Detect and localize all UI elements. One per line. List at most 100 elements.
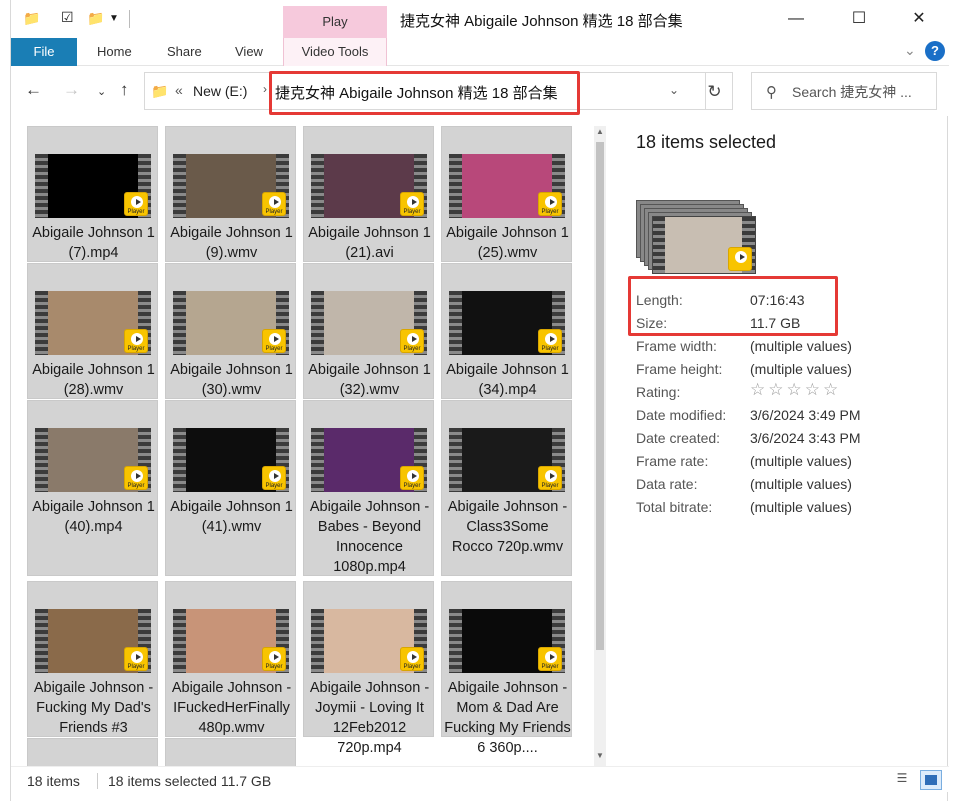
file-tile[interactable]: Player Abigaile Johnson 1 (25).wmv: [441, 126, 572, 262]
refresh-icon[interactable]: ↻: [697, 72, 733, 110]
play-context-tab[interactable]: Play: [283, 6, 387, 38]
address-bar[interactable]: 📁 « New (E:) › 捷克女神 Abigaile Johnson 精选 …: [144, 71, 706, 115]
video-thumbnail: Player: [173, 154, 289, 218]
property-value: 3/6/2024 3:43 PM: [750, 430, 861, 446]
player-badge-icon: Player: [538, 192, 562, 216]
filmstrip-edge: [449, 428, 462, 492]
minimize-button[interactable]: —: [776, 8, 816, 30]
video-thumbnail: Player: [449, 609, 565, 673]
player-badge-label: Player: [265, 483, 283, 489]
file-tile[interactable]: Player Abigaile Johnson - Babes - Beyond …: [303, 400, 434, 576]
file-tile[interactable]: Player Abigaile Johnson - Joymii - Loving…: [303, 581, 434, 756]
tab-view[interactable]: View: [235, 38, 263, 66]
breadcrumb-overflow-icon[interactable]: «: [175, 82, 183, 98]
scrollbar-thumb[interactable]: [596, 142, 604, 650]
file-name: Abigaile Johnson 1 (21).avi: [308, 225, 431, 261]
file-grid: Player Abigaile Johnson 1 (7).mp4 Player Ab…: [27, 126, 587, 766]
player-badge-label: Player: [127, 483, 145, 489]
player-badge-icon: Player: [262, 647, 286, 671]
filmstrip-edge: [173, 154, 186, 218]
property-label: Frame width:: [636, 338, 717, 354]
player-badge-icon: Player: [124, 466, 148, 490]
player-badge-icon: Player: [124, 329, 148, 353]
new-folder-icon[interactable]: 📁: [87, 10, 104, 27]
file-tile[interactable]: Player Abigaile Johnson 1 (9).wmv: [165, 126, 296, 262]
property-value: 07:16:43: [750, 292, 805, 308]
player-badge-label: Player: [403, 209, 421, 215]
filmstrip-edge: [35, 428, 48, 492]
large-icons-view-icon[interactable]: [920, 770, 942, 790]
tab-home[interactable]: Home: [97, 38, 132, 66]
player-badge-label: Player: [265, 346, 283, 352]
vertical-scrollbar[interactable]: ▲ ▼: [594, 126, 606, 766]
file-tile[interactable]: Player: [27, 738, 158, 766]
close-button[interactable]: ✕: [899, 8, 939, 30]
file-tile[interactable]: Player Abigaile Johnson 1 (7).mp4: [27, 126, 158, 262]
file-tile[interactable]: Player Abigaile Johnson - Class3Some Rocc…: [441, 400, 572, 576]
tab-video-tools[interactable]: Video Tools: [283, 38, 387, 66]
filmstrip-edge: [35, 154, 48, 218]
properties-icon[interactable]: ☑: [61, 9, 74, 26]
player-badge-icon: Player: [124, 647, 148, 671]
up-arrow-icon[interactable]: ↑: [120, 80, 129, 100]
player-badge-icon: Player: [400, 647, 424, 671]
breadcrumb-drive[interactable]: New (E:): [193, 83, 247, 99]
file-name: Abigaile Johnson 1 (41).wmv: [170, 499, 293, 535]
file-tile[interactable]: Player Abigaile Johnson 1 (34).mp4: [441, 263, 572, 399]
file-name: Abigaile Johnson 1 (34).mp4: [446, 362, 569, 398]
player-badge-icon: Player: [538, 466, 562, 490]
property-value: (multiple values): [750, 476, 852, 492]
rating-stars[interactable]: ☆☆☆☆☆: [750, 381, 841, 399]
player-badge-icon: Player: [400, 192, 424, 216]
video-thumbnail: Player: [311, 154, 427, 218]
details-view-icon[interactable]: ☰: [892, 771, 912, 789]
address-dropdown-chevron-icon[interactable]: ⌄: [669, 83, 679, 97]
back-arrow-icon[interactable]: ←: [25, 80, 42, 100]
forward-arrow-icon[interactable]: →: [63, 80, 80, 100]
help-icon[interactable]: ?: [925, 41, 945, 61]
file-tile[interactable]: Player Abigaile Johnson - Fucking My Dad'…: [27, 581, 158, 756]
file-tile[interactable]: Player Abigaile Johnson 1 (30).wmv: [165, 263, 296, 399]
file-tile[interactable]: Player Abigaile Johnson 1 (41).wmv: [165, 400, 296, 576]
file-name: Abigaile Johnson 1 (9).wmv: [170, 225, 293, 261]
video-thumbnail: Player: [311, 291, 427, 355]
file-name: Abigaile Johnson 1 (40).mp4: [32, 499, 155, 535]
window-title: 捷克女神 Abigaile Johnson 精选 18 部合集: [400, 13, 683, 30]
file-tile[interactable]: Player: [165, 738, 296, 766]
file-tile[interactable]: Player Abigaile Johnson - Mom & Dad Are F…: [441, 581, 572, 756]
expand-ribbon-chevron-icon[interactable]: ⌄: [904, 42, 916, 59]
scroll-up-icon[interactable]: ▲: [594, 126, 606, 138]
tab-file[interactable]: File: [11, 38, 77, 66]
folder-icon[interactable]: 📁: [23, 10, 40, 27]
video-thumbnail: Player: [449, 428, 565, 492]
file-name: Abigaile Johnson - Mom & Dad Are Fucking…: [444, 680, 571, 756]
player-badge-label: Player: [127, 209, 145, 215]
property-label: Size:: [636, 315, 668, 331]
filmstrip-edge: [173, 428, 186, 492]
file-tile[interactable]: Player Abigaile Johnson - IFuckedHerFinal…: [165, 581, 296, 737]
file-tile[interactable]: Player Abigaile Johnson 1 (32).wmv: [303, 263, 434, 399]
file-tile[interactable]: Player Abigaile Johnson 1 (40).mp4: [27, 400, 158, 576]
scroll-down-icon[interactable]: ▼: [594, 750, 606, 762]
player-badge-label: Player: [403, 346, 421, 352]
player-badge-icon: Player: [124, 192, 148, 216]
video-thumbnail: Player: [173, 609, 289, 673]
file-tile[interactable]: Player Abigaile Johnson 1 (28).wmv: [27, 263, 158, 399]
property-label: Frame height:: [636, 361, 723, 377]
search-box[interactable]: ⚲: [751, 72, 937, 110]
video-thumbnail: Player: [449, 154, 565, 218]
player-badge-icon: [728, 247, 752, 271]
search-input[interactable]: [792, 81, 932, 103]
video-thumbnail: Player: [35, 291, 151, 355]
details-pane: 18 items selected Length: 07:16:43 Size: 11…: [621, 116, 941, 766]
player-badge-icon: Player: [400, 329, 424, 353]
file-tile[interactable]: Player Abigaile Johnson 1 (21).avi: [303, 126, 434, 262]
property-value: 11.7 GB: [750, 315, 801, 331]
maximize-button[interactable]: ☐: [839, 8, 879, 30]
tab-share[interactable]: Share: [167, 38, 202, 66]
breadcrumb-separator-icon[interactable]: ›: [263, 82, 267, 96]
quick-access-dropdown-icon[interactable]: ▼: [109, 13, 119, 24]
stacked-thumbnails: [636, 200, 756, 280]
player-badge-icon: Player: [262, 329, 286, 353]
recent-locations-chevron-icon[interactable]: ⌄: [97, 85, 106, 98]
